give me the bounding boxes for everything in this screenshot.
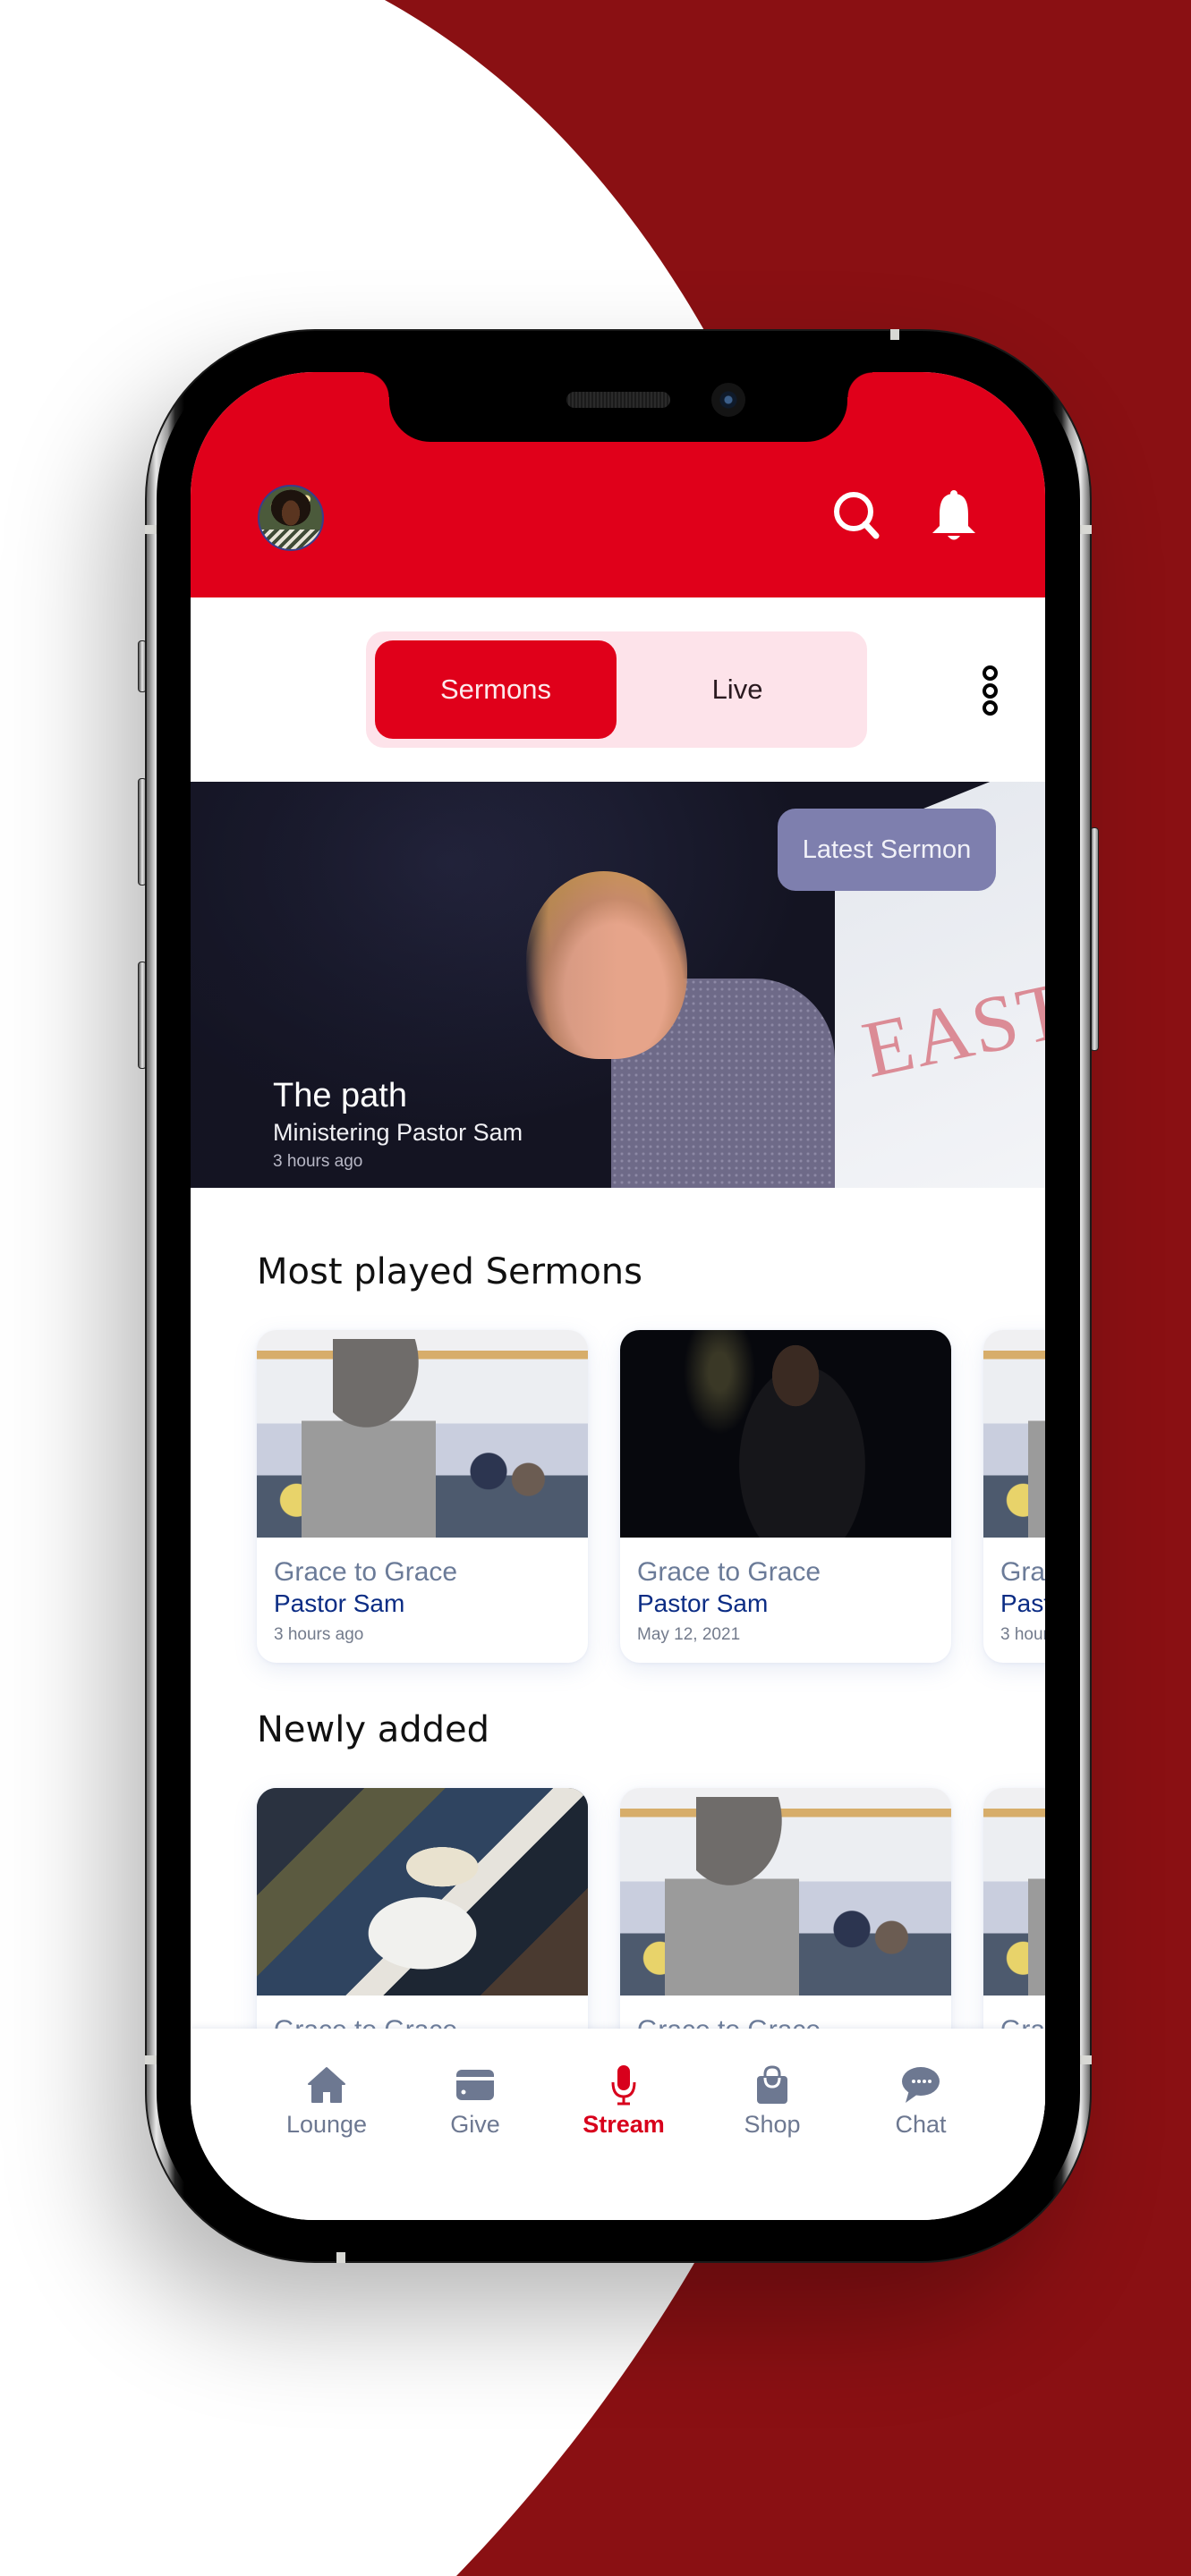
phone-antenna-band — [336, 2252, 345, 2263]
sermon-card[interactable]: Grace to Grace Pastor Sam 3 hours ago — [257, 1330, 588, 1663]
nav-label: Shop — [744, 2111, 801, 2138]
sermon-author: Pastor Sam — [1000, 1589, 1045, 1617]
sermon-author: Pastor Sam — [274, 1589, 405, 1617]
sermon-thumbnail — [983, 1330, 1045, 1538]
tab-switcher: Sermons Live — [366, 631, 867, 748]
sermon-thumbnail — [257, 1788, 588, 1996]
chat-bubble-icon — [899, 2064, 942, 2106]
phone-notch — [364, 372, 872, 442]
app-screen: Sermons Live EASTE Latest Sermon The pat… — [191, 372, 1045, 2220]
sermon-thumbnail — [257, 1330, 588, 1538]
hero-timestamp: 3 hours ago — [273, 1152, 363, 1171]
microphone-icon — [602, 2064, 645, 2106]
hero-title: The path — [273, 1077, 407, 1114]
home-icon — [305, 2064, 348, 2106]
phone-antenna-band — [1079, 2055, 1092, 2064]
sermon-card[interactable]: Grace to Grace Pastor Sam 3 hours ago — [983, 1330, 1045, 1663]
sermon-title: Grace to Grace — [274, 1557, 458, 1587]
nav-item-stream[interactable]: Stream — [561, 2029, 686, 2145]
nav-item-give[interactable]: Give — [413, 2029, 538, 2145]
nav-item-shop[interactable]: Shop — [710, 2029, 835, 2145]
phone-antenna-band — [145, 2055, 157, 2064]
sermon-thumbnail — [620, 1788, 951, 1996]
kebab-dot — [982, 682, 998, 699]
kebab-dot — [982, 665, 998, 681]
sermon-title: Grace to Grace — [1000, 1557, 1045, 1587]
nav-label: Give — [450, 2111, 500, 2138]
sermon-author: Pastor Sam — [637, 1589, 769, 1617]
front-camera — [711, 383, 745, 417]
sermon-thumbnail — [620, 1330, 951, 1538]
latest-sermon-badge: Latest Sermon — [778, 809, 996, 891]
nav-label: Chat — [895, 2111, 947, 2138]
user-avatar[interactable] — [258, 485, 324, 551]
shopping-bag-icon — [751, 2064, 794, 2106]
sermon-thumbnail — [983, 1788, 1045, 1996]
phone-antenna-band — [145, 525, 157, 534]
tab-live[interactable]: Live — [617, 640, 858, 739]
bottom-navigation: Lounge Give Stream Shop Chat — [191, 2029, 1045, 2220]
nav-item-chat[interactable]: Chat — [858, 2029, 983, 2145]
sermon-card[interactable]: Grace to Grace Pastor Sam May 12, 2021 — [620, 1330, 951, 1663]
sermon-date: 3 hours ago — [1000, 1625, 1045, 1644]
kebab-dot — [982, 700, 998, 716]
section-title-newly-added: Newly added — [257, 1709, 490, 1750]
phone-antenna-band — [1079, 525, 1092, 534]
tab-sermons[interactable]: Sermons — [375, 640, 617, 739]
sermon-date: 3 hours ago — [274, 1625, 364, 1644]
more-vertical-icon[interactable] — [978, 665, 1001, 716]
search-icon[interactable] — [829, 488, 885, 544]
latest-sermon-hero[interactable]: EASTE Latest Sermon The path Ministering… — [191, 782, 1045, 1188]
hero-subtitle: Ministering Pastor Sam — [273, 1119, 523, 1146]
phone-antenna-band — [890, 329, 899, 340]
nav-item-lounge[interactable]: Lounge — [264, 2029, 389, 2145]
nav-label: Stream — [583, 2111, 665, 2138]
earpiece-speaker — [566, 392, 670, 408]
most-played-carousel[interactable]: Grace to Grace Pastor Sam 3 hours ago Gr… — [191, 1330, 1045, 1670]
section-title-most-played: Most played Sermons — [257, 1251, 642, 1292]
nav-label: Lounge — [285, 2111, 368, 2138]
card-icon — [454, 2064, 497, 2106]
bell-icon[interactable] — [926, 488, 982, 544]
sermon-title: Grace to Grace — [637, 1557, 821, 1587]
sermon-date: May 12, 2021 — [637, 1625, 741, 1644]
